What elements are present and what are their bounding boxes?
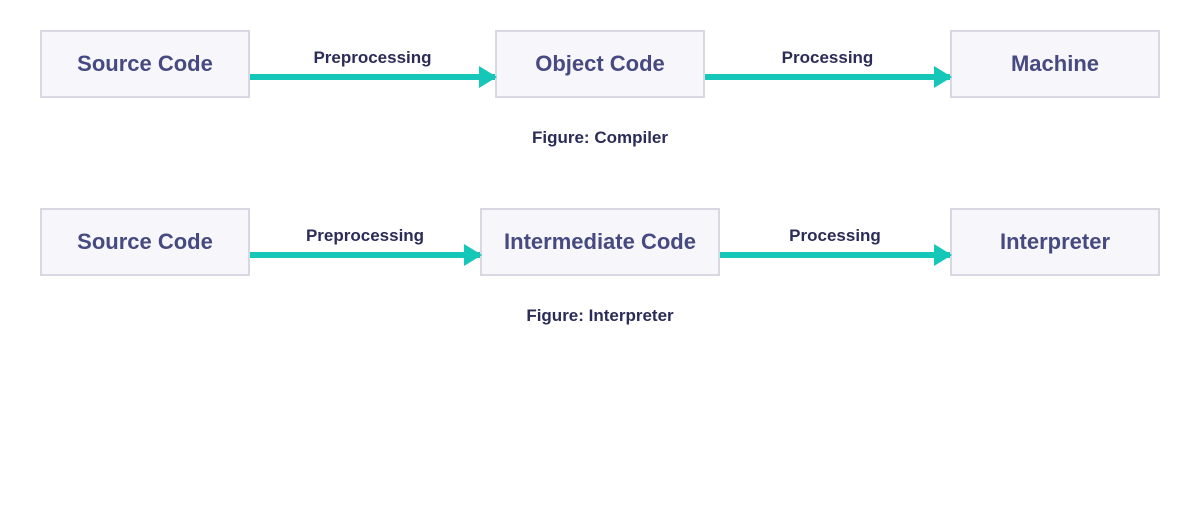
compiler-node-machine: Machine [950,30,1160,98]
edge-label: Processing [782,48,874,68]
arrow-icon [250,252,480,258]
interpreter-node-interpreter: Interpreter [950,208,1160,276]
node-label: Source Code [77,229,213,255]
node-label: Machine [1011,51,1099,77]
interpreter-connector-1: Preprocessing [250,226,480,258]
edge-label: Preprocessing [306,226,424,246]
node-label: Intermediate Code [504,229,696,255]
compiler-node-object: Object Code [495,30,705,98]
compiler-connector-1: Preprocessing [250,48,495,80]
arrow-icon [705,74,950,80]
compiler-connector-2: Processing [705,48,950,80]
interpreter-flow-row: Source Code Preprocessing Intermediate C… [40,208,1160,276]
node-label: Object Code [535,51,665,77]
compiler-diagram: Source Code Preprocessing Object Code Pr… [40,30,1160,148]
edge-label: Preprocessing [313,48,431,68]
interpreter-connector-2: Processing [720,226,950,258]
interpreter-node-source: Source Code [40,208,250,276]
node-label: Interpreter [1000,229,1110,255]
arrow-icon [250,74,495,80]
edge-label: Processing [789,226,881,246]
node-label: Source Code [77,51,213,77]
compiler-node-source: Source Code [40,30,250,98]
compiler-flow-row: Source Code Preprocessing Object Code Pr… [40,30,1160,98]
interpreter-node-intermediate: Intermediate Code [480,208,720,276]
compiler-caption: Figure: Compiler [532,128,668,148]
interpreter-diagram: Source Code Preprocessing Intermediate C… [40,208,1160,326]
arrow-icon [720,252,950,258]
interpreter-caption: Figure: Interpreter [526,306,673,326]
